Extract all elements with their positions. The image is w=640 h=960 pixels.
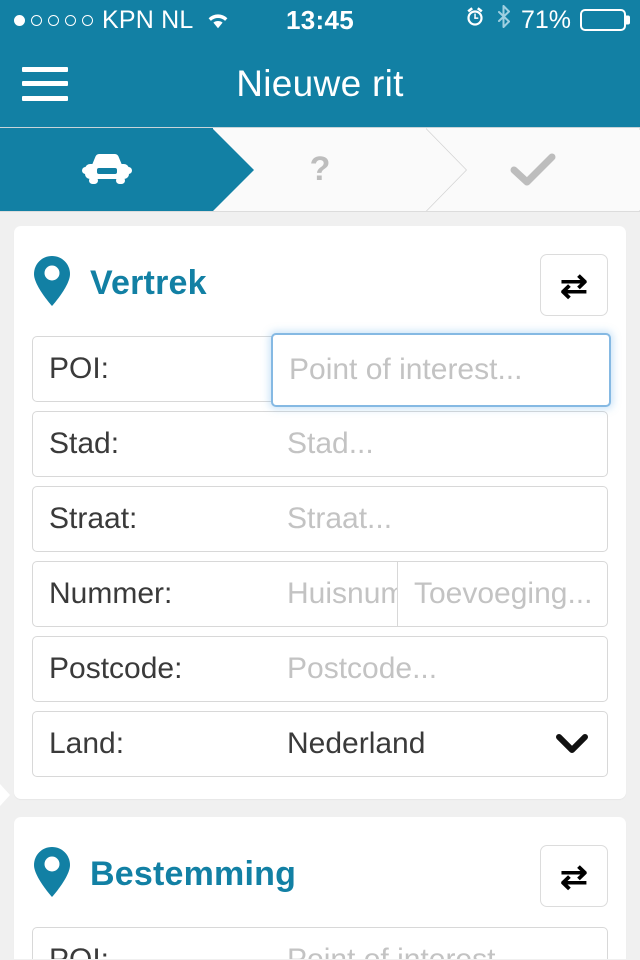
poi-input-bestemming[interactable]: Point of interest... (271, 928, 607, 959)
form-scroll-area[interactable]: Vertrek ⇄ POI: Point of interest... Stad… (0, 212, 640, 959)
field-label-poi: POI: (49, 352, 110, 385)
field-row-poi-bestemming[interactable]: POI: Point of interest... (32, 927, 608, 959)
card-header: Bestemming ⇄ (32, 843, 608, 907)
field-label-land: Land: (49, 727, 125, 760)
status-bar: KPN NL 13:45 71% (0, 0, 640, 40)
alarm-clock-icon (463, 5, 487, 36)
field-row-stad[interactable]: Stad: Stad... (32, 411, 608, 477)
field-label-nummer: Nummer: (49, 577, 173, 610)
card-header: Vertrek ⇄ (32, 252, 608, 316)
field-row-land[interactable]: Land: Nederland (32, 711, 608, 777)
toevoeging-input[interactable]: Toevoeging... (397, 562, 607, 626)
swap-arrows-icon: ⇄ (560, 266, 588, 304)
check-icon (510, 152, 556, 188)
huisnummer-input[interactable]: Huisnummer... (271, 562, 397, 626)
status-bar-right: 71% (320, 4, 626, 36)
status-bar-left: KPN NL (14, 6, 320, 35)
field-label-stad: Stad: (49, 427, 120, 460)
question-mark-icon: ? (309, 150, 331, 188)
app-header: Nieuwe rit (0, 40, 640, 128)
card-bestemming: Bestemming ⇄ POI: Point of interest... (14, 817, 626, 959)
step-separator (424, 128, 467, 211)
swap-arrows-icon: ⇄ (560, 857, 588, 895)
poi-input[interactable]: Point of interest... (271, 333, 611, 407)
bluetooth-icon (496, 4, 512, 36)
card-title: Vertrek (90, 263, 207, 302)
chevron-down-icon[interactable] (555, 712, 607, 776)
land-select-value[interactable]: Nederland (271, 712, 555, 776)
stad-input[interactable]: Stad... (271, 412, 607, 476)
wifi-icon (205, 11, 231, 30)
straat-input[interactable]: Straat... (271, 487, 607, 551)
field-label-poi: POI: (33, 928, 271, 959)
scroll-edge-indicator (0, 784, 10, 806)
battery-percentage: 71% (520, 5, 571, 34)
swap-addresses-button[interactable]: ⇄ (540, 845, 608, 907)
car-icon (80, 150, 134, 190)
step-wizard: ? (0, 128, 640, 212)
field-row-postcode[interactable]: Postcode: Postcode... (32, 636, 608, 702)
map-pin-icon (32, 254, 72, 313)
step-vehicle[interactable] (0, 128, 255, 211)
battery-icon (580, 9, 626, 31)
map-pin-icon (32, 845, 72, 904)
field-label-postcode: Postcode: (49, 652, 183, 685)
app-screen: KPN NL 13:45 71% Nieuwe rit ? Vertrek ⇄ … (0, 0, 640, 960)
field-row-straat[interactable]: Straat: Straat... (32, 486, 608, 552)
field-row-poi[interactable]: POI: Point of interest... (32, 333, 611, 407)
page-title: Nieuwe rit (236, 62, 404, 104)
card-title: Bestemming (90, 854, 297, 893)
carrier-name: KPN NL (102, 5, 194, 34)
hamburger-menu-icon[interactable] (22, 66, 68, 101)
card-vertrek: Vertrek ⇄ POI: Point of interest... Stad… (14, 226, 626, 799)
field-row-nummer[interactable]: Nummer: Huisnummer... Toevoeging... (32, 561, 608, 627)
field-label-straat: Straat: (49, 502, 138, 535)
swap-addresses-button[interactable]: ⇄ (540, 254, 608, 316)
postcode-input[interactable]: Postcode... (271, 637, 607, 701)
signal-strength-icon (14, 14, 93, 26)
